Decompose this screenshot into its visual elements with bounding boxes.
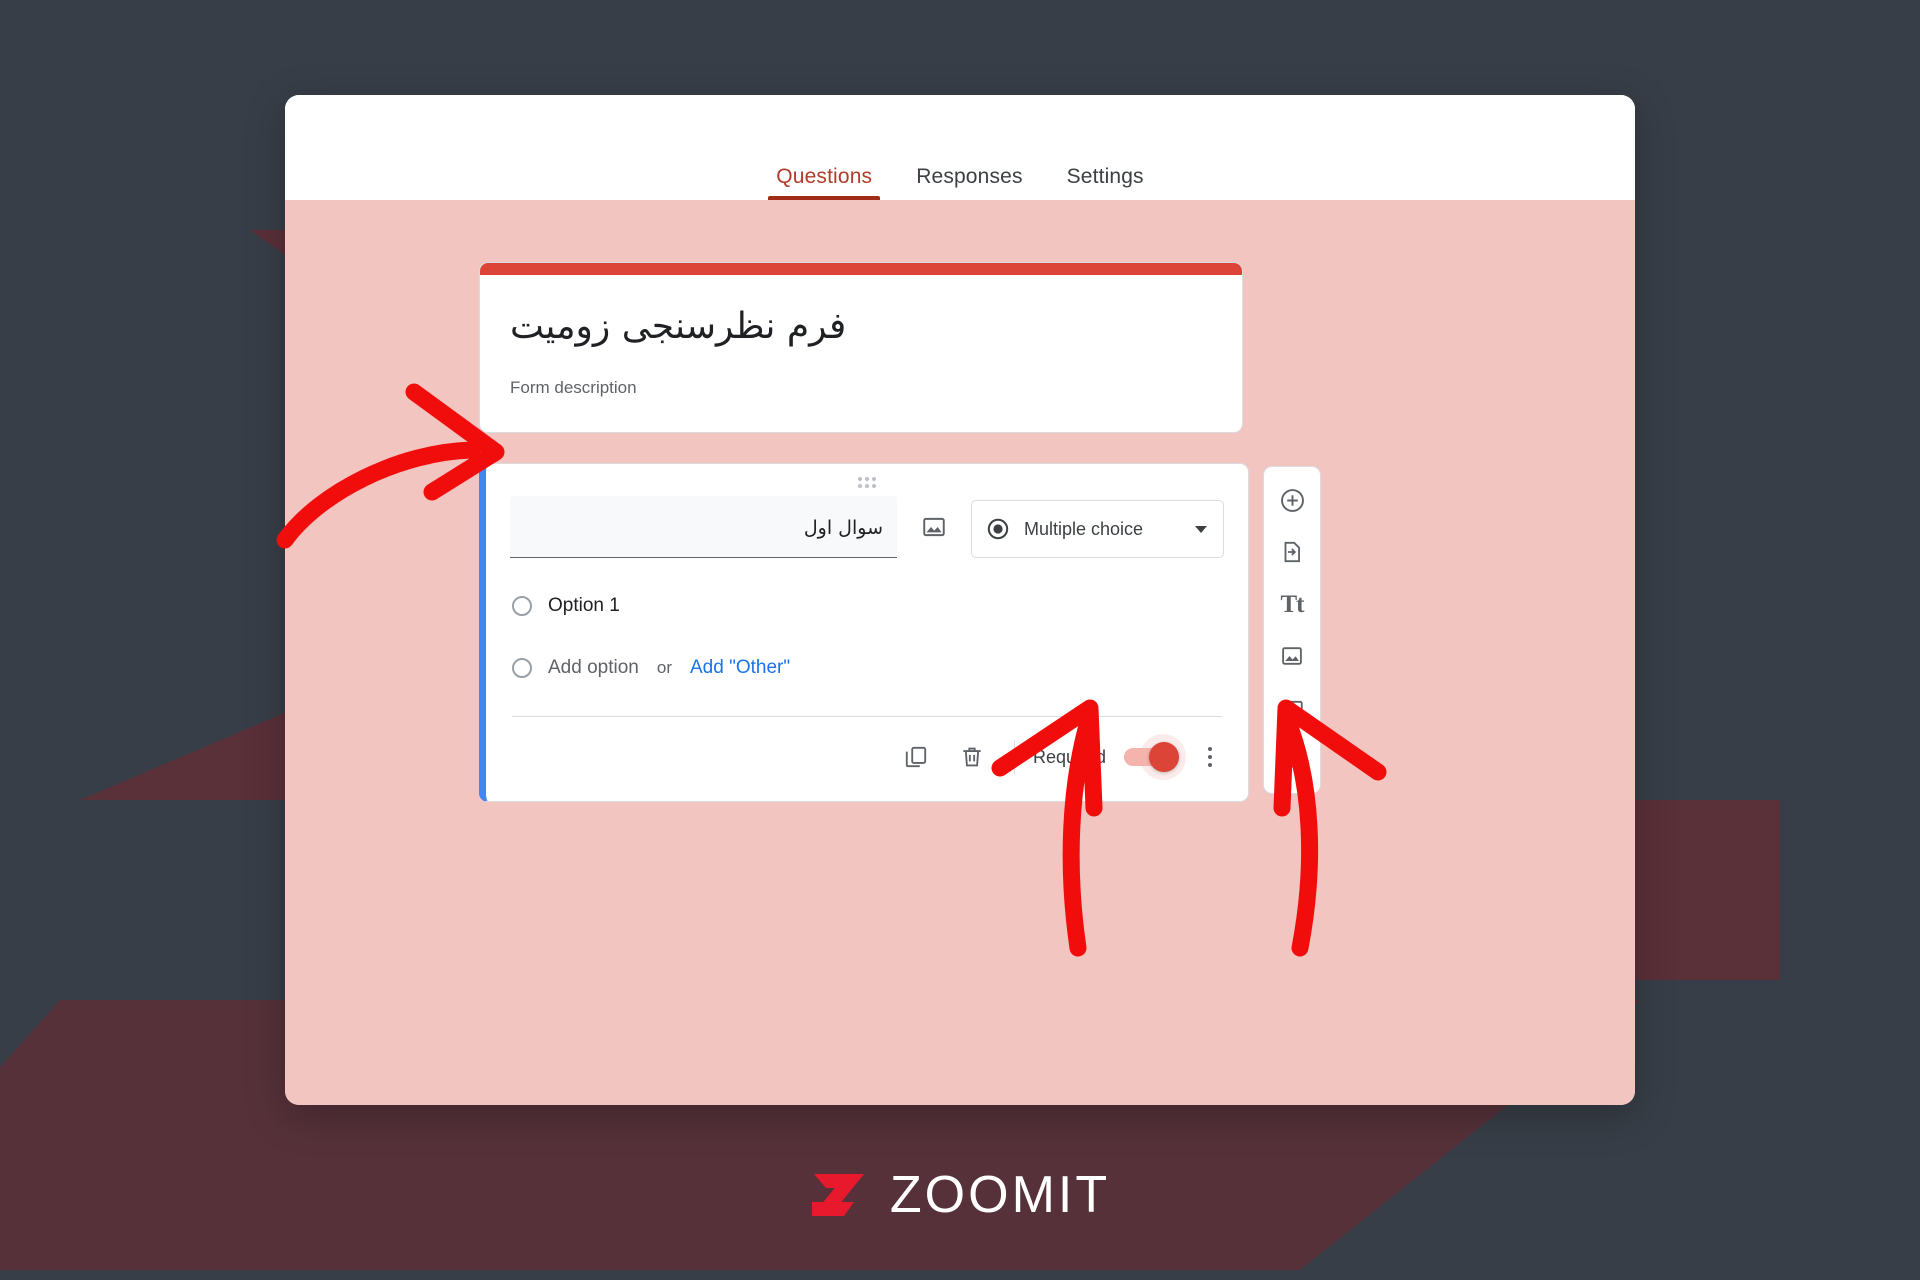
- toggle-knob: [1149, 742, 1179, 772]
- form-title[interactable]: فرم نظرسنجی زومیت: [510, 303, 1212, 352]
- add-video-button[interactable]: [1268, 685, 1316, 731]
- drag-handle-icon[interactable]: [486, 464, 1248, 494]
- add-image-button[interactable]: [1268, 633, 1316, 679]
- radio-button-icon: [987, 518, 1009, 540]
- add-option-button[interactable]: Add option: [548, 657, 639, 679]
- add-option-or-label: or: [656, 658, 672, 677]
- delete-question-button[interactable]: [950, 735, 994, 779]
- required-label: Required: [1032, 746, 1106, 767]
- chevron-down-icon: [1195, 526, 1207, 533]
- more-vertical-icon-dot: [1208, 747, 1212, 751]
- plus-circle-icon: [1280, 488, 1304, 512]
- question-title-input[interactable]: [510, 496, 897, 558]
- add-section-button[interactable]: [1268, 737, 1316, 783]
- question-type-label: Multiple choice: [1024, 518, 1144, 539]
- add-question-button[interactable]: [1268, 477, 1316, 523]
- radio-unselected-icon: [512, 596, 532, 616]
- footer-separator: [1013, 740, 1015, 774]
- form-title-card[interactable]: فرم نظرسنجی زومیت Form description: [479, 262, 1243, 433]
- video-icon: [1281, 700, 1303, 716]
- import-file-icon: [1284, 541, 1300, 563]
- form-title-card-body: فرم نظرسنجی زومیت Form description: [480, 275, 1242, 432]
- question-tools-toolbar: Tt: [1263, 466, 1321, 794]
- section-icon: [1281, 752, 1303, 768]
- question-title-field-wrap: [510, 496, 897, 558]
- zoomit-wordmark: ZOOMIT: [889, 1166, 1111, 1224]
- more-vertical-icon-dot: [1208, 763, 1212, 767]
- zoomit-logo-mark: [811, 1174, 864, 1216]
- duplicate-icon: [905, 746, 927, 768]
- question-header-row: Multiple choice: [486, 494, 1248, 558]
- trash-icon: [963, 747, 981, 767]
- duplicate-question-button[interactable]: [894, 735, 938, 779]
- image-icon: [1282, 647, 1302, 665]
- question-type-select[interactable]: Multiple choice: [971, 500, 1224, 558]
- add-option-row[interactable]: Add option or Add "Other": [512, 644, 1224, 692]
- text-title-icon: Tt: [1280, 590, 1305, 618]
- option-row[interactable]: Option 1: [512, 582, 1224, 630]
- add-question-image-button[interactable]: [913, 506, 955, 548]
- drag-handle-dots: [858, 476, 876, 488]
- question-more-options-button[interactable]: [1192, 735, 1228, 779]
- form-description[interactable]: Form description: [510, 378, 1212, 398]
- radio-unselected-icon: [512, 658, 532, 678]
- tab-bar: Questions Responses Settings: [285, 144, 1635, 200]
- form-accent-bar: [480, 263, 1242, 275]
- image-icon: [923, 517, 945, 537]
- option-label[interactable]: Option 1: [548, 595, 620, 617]
- add-title-description-button[interactable]: Tt: [1268, 581, 1316, 627]
- more-vertical-icon-dot: [1208, 755, 1212, 759]
- card-footer-actions: Required: [486, 717, 1248, 801]
- browser-window: Questions Responses Settings فرم نظرسنجی…: [285, 95, 1635, 1105]
- required-toggle[interactable]: [1124, 734, 1186, 780]
- tab-settings[interactable]: Settings: [1045, 166, 1166, 200]
- zoomit-footer: ZOOMIT: [0, 1168, 1920, 1222]
- tab-responses[interactable]: Responses: [894, 166, 1044, 200]
- options-list: Option 1 Add option or Add "Other": [486, 558, 1248, 692]
- add-other-button[interactable]: Add "Other": [690, 657, 790, 679]
- forms-canvas: فرم نظرسنجی زومیت Form description سوال …: [285, 200, 1635, 1105]
- import-questions-button[interactable]: [1268, 529, 1316, 575]
- tab-questions[interactable]: Questions: [754, 166, 894, 200]
- question-card[interactable]: Multiple choice Option 1 Add option or A…: [479, 463, 1249, 802]
- forms-header: Questions Responses Settings: [285, 95, 1635, 200]
